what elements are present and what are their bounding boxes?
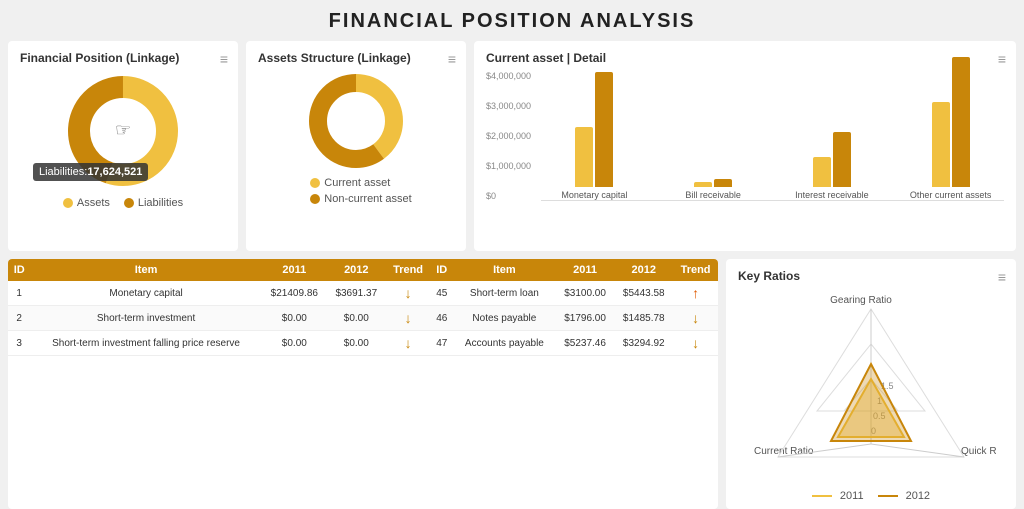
- trend-down-icon: ↓: [692, 335, 699, 351]
- col-item1: Item: [30, 259, 261, 281]
- legend-2011-line: [812, 495, 832, 497]
- bar-group-monetary: Monetary capital: [541, 72, 648, 201]
- trend-down-icon: ↓: [405, 285, 412, 301]
- assets-donut-chart: [306, 71, 406, 171]
- financial-position-title: Financial Position (Linkage): [20, 51, 226, 65]
- legend-2011: 2011: [812, 490, 864, 502]
- bar-group-interest: Interest receivable: [779, 132, 886, 201]
- bar-group-other: Other current assets: [897, 57, 1004, 201]
- assets-label: Assets: [77, 197, 110, 209]
- current-asset-dot: [310, 178, 320, 188]
- data-table-card: ID Item 2011 2012 Trend ID Item 2011 201…: [8, 259, 718, 509]
- col-2011-2: 2011: [556, 259, 615, 281]
- col-trend1: Trend: [386, 259, 431, 281]
- bar-monetary-2011: [575, 127, 593, 187]
- col-trend2: Trend: [673, 259, 718, 281]
- svg-text:☞: ☞: [115, 120, 131, 140]
- key-ratios-title: Key Ratios: [738, 269, 1004, 283]
- legend-non-current: Non-current asset: [310, 193, 411, 205]
- table-row: 2 Short-term investment $0.00 $0.00 ↓ 46…: [8, 306, 718, 331]
- donut-chart: ☞ Liabilities:17,624,521: [63, 71, 183, 191]
- assets-dot: [63, 198, 73, 208]
- legend-assets: Assets: [63, 197, 110, 209]
- trend-up-icon: ↑: [692, 285, 699, 301]
- donut-tooltip: Liabilities:17,624,521: [33, 163, 148, 181]
- financial-legend: Assets Liabilities: [63, 197, 183, 209]
- bar-bill-2012: [714, 179, 732, 187]
- bar-bill-2011: [694, 182, 712, 187]
- legend-2012-label: 2012: [906, 490, 930, 502]
- non-current-label: Non-current asset: [324, 193, 411, 205]
- bar-chart-inner: Monetary capital Bill receivable: [486, 71, 1004, 201]
- x-axis-line: [541, 200, 1004, 201]
- bar-chart: $4,000,000 $3,000,000 $2,000,000 $1,000,…: [486, 71, 1004, 221]
- assets-structure-title: Assets Structure (Linkage): [258, 51, 454, 65]
- financial-position-card: Financial Position (Linkage) ≡ ☞ Liabili…: [8, 41, 238, 251]
- col-2011-1: 2011: [262, 259, 327, 281]
- trend-down-icon: ↓: [405, 310, 412, 326]
- col-id2: ID: [430, 259, 453, 281]
- assets-structure-card: Assets Structure (Linkage) ≡ Current ass…: [246, 41, 466, 251]
- assets-structure-menu[interactable]: ≡: [448, 51, 456, 67]
- trend-down-icon: ↓: [692, 310, 699, 326]
- current-asset-label: Current asset: [324, 177, 390, 189]
- key-ratios-menu[interactable]: ≡: [998, 269, 1006, 285]
- liabilities-label: Liabilities: [138, 197, 183, 209]
- non-current-dot: [310, 194, 320, 204]
- svg-text:Quick Ratio: Quick Ratio: [961, 446, 996, 457]
- bottom-row: ID Item 2011 2012 Trend ID Item 2011 201…: [0, 251, 1024, 509]
- key-ratios-card: Key Ratios ≡ Gearing Ratio 1.5 1 0.5 0 Q…: [726, 259, 1016, 509]
- bar-interest-2012: [833, 132, 851, 187]
- legend-2011-label: 2011: [840, 490, 864, 502]
- bar-interest-2011: [813, 157, 831, 187]
- legend-2012: 2012: [878, 490, 930, 502]
- assets-structure-legend: Current asset Non-current asset: [310, 177, 411, 205]
- financial-table: ID Item 2011 2012 Trend ID Item 2011 201…: [8, 259, 718, 356]
- current-asset-card: Current asset | Detail ≡ $4,000,000 $3,0…: [474, 41, 1016, 251]
- col-2012-1: 2012: [327, 259, 386, 281]
- assets-donut-container: Current asset Non-current asset: [258, 71, 454, 205]
- financial-position-menu[interactable]: ≡: [220, 51, 228, 67]
- radar-container: Gearing Ratio 1.5 1 0.5 0 Quick Ratio Cu…: [738, 289, 1004, 502]
- top-row: Financial Position (Linkage) ≡ ☞ Liabili…: [0, 41, 1024, 251]
- bar-other-2011: [932, 102, 950, 187]
- y-axis: $4,000,000 $3,000,000 $2,000,000 $1,000,…: [486, 71, 531, 201]
- col-2012-2: 2012: [614, 259, 673, 281]
- bar-group-bill: Bill receivable: [660, 179, 767, 201]
- legend-liabilities: Liabilities: [124, 197, 183, 209]
- bar-monetary-2012: [595, 72, 613, 187]
- legend-current-asset: Current asset: [310, 177, 390, 189]
- col-item2: Item: [453, 259, 556, 281]
- trend-down-icon: ↓: [405, 335, 412, 351]
- table-row: 3 Short-term investment falling price re…: [8, 331, 718, 356]
- liabilities-dot: [124, 198, 134, 208]
- radar-legend: 2011 2012: [812, 490, 930, 502]
- donut-container: ☞ Liabilities:17,624,521 Assets Liabilit…: [20, 71, 226, 209]
- table-header-row: ID Item 2011 2012 Trend ID Item 2011 201…: [8, 259, 718, 281]
- col-id1: ID: [8, 259, 30, 281]
- table-row: 1 Monetary capital $21409.86 $3691.37 ↓ …: [8, 281, 718, 306]
- bar-other-2012: [952, 57, 970, 187]
- radar-chart: Gearing Ratio 1.5 1 0.5 0 Quick Ratio Cu…: [746, 289, 996, 484]
- legend-2012-line: [878, 495, 898, 497]
- page-title: FINANCIAL POSITION ANALYSIS: [0, 0, 1024, 41]
- svg-text:Gearing Ratio: Gearing Ratio: [830, 295, 892, 306]
